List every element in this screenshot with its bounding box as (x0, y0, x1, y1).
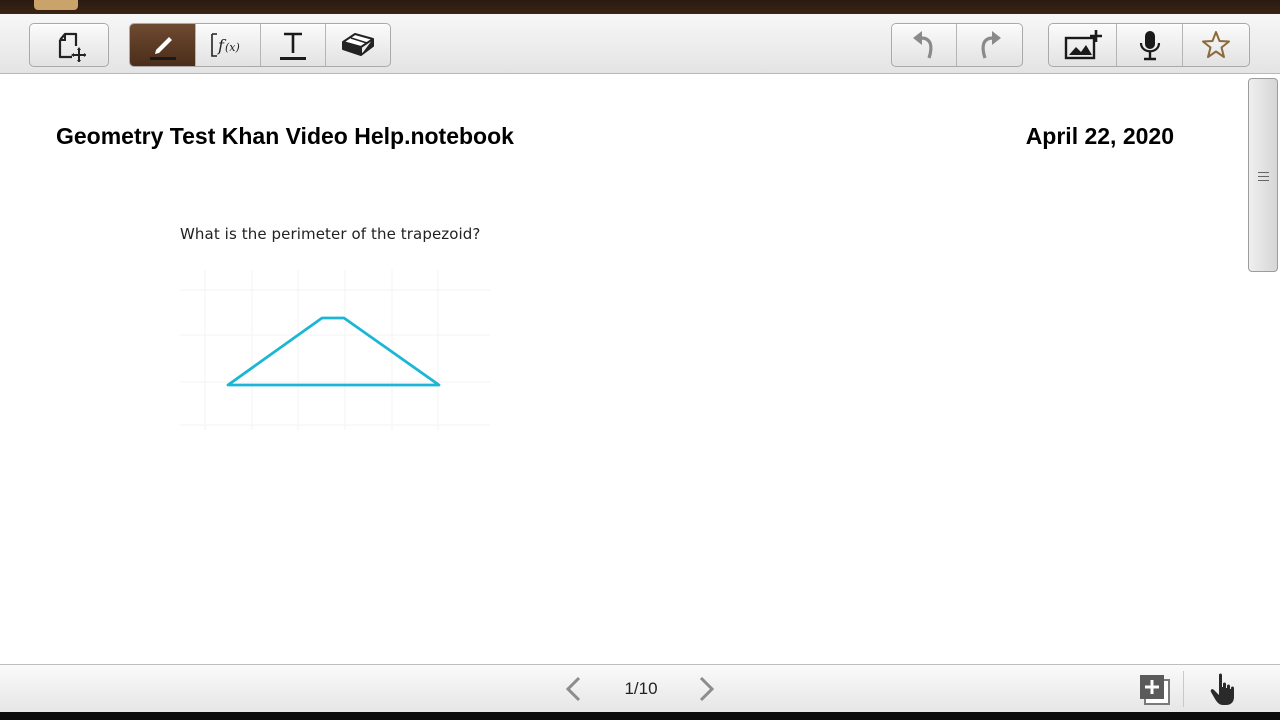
eraser-tool-button[interactable] (326, 24, 390, 66)
eraser-icon (342, 33, 374, 56)
svg-text:(x): (x) (225, 41, 240, 54)
function-tool-button[interactable]: f (x) (196, 24, 261, 66)
scrollbar-thumb[interactable] (1248, 78, 1278, 272)
redo-button[interactable] (957, 24, 1022, 66)
history-group (891, 23, 1023, 67)
microphone-icon (1139, 31, 1160, 61)
hand-pointer-icon[interactable] (1206, 671, 1242, 707)
pen-tool-button[interactable] (130, 24, 196, 66)
undo-icon (913, 31, 933, 59)
page-counter: 1/10 (624, 679, 658, 698)
record-audio-button[interactable] (1117, 24, 1183, 66)
page-title: Geometry Test Khan Video Help.notebook (56, 123, 514, 149)
notebook-page[interactable]: Geometry Test Khan Video Help.notebook A… (0, 75, 1246, 664)
divider (1183, 671, 1184, 707)
grip-icon (1258, 172, 1269, 182)
drawing-tools-group: f (x) (129, 23, 391, 67)
page-tools-group (29, 23, 109, 67)
bottom-bar: 1/10 (0, 664, 1280, 712)
redo-icon (981, 31, 1001, 59)
page-scrollbar[interactable] (1246, 75, 1280, 664)
favorite-button[interactable] (1183, 24, 1249, 66)
question-text: What is the perimeter of the trapezoid? (180, 225, 481, 243)
status-strip (0, 0, 1280, 14)
toolbar: f (x) (0, 14, 1280, 74)
app-menu-tab[interactable] (34, 0, 78, 10)
undo-button[interactable] (892, 24, 957, 66)
trapezoid-shape (226, 316, 441, 387)
page-date: April 22, 2020 (1025, 123, 1174, 149)
system-bar (0, 712, 1280, 720)
pen-icon (149, 37, 176, 60)
text-tool-icon (280, 32, 306, 60)
chevron-left-icon[interactable] (560, 675, 588, 703)
insert-group (1048, 23, 1250, 67)
page-sorter-icon (58, 32, 86, 62)
page-sorter-button[interactable] (30, 24, 108, 66)
chevron-right-icon[interactable] (692, 675, 720, 703)
trapezoid-figure (180, 270, 490, 430)
favorite-star-icon (1202, 31, 1230, 58)
insert-image-button[interactable] (1049, 24, 1117, 66)
faint-grid (180, 270, 490, 430)
add-page-icon[interactable] (1136, 671, 1172, 707)
text-tool-button[interactable] (261, 24, 326, 66)
function-icon: f (x) (211, 33, 240, 57)
insert-image-icon (1064, 30, 1102, 60)
